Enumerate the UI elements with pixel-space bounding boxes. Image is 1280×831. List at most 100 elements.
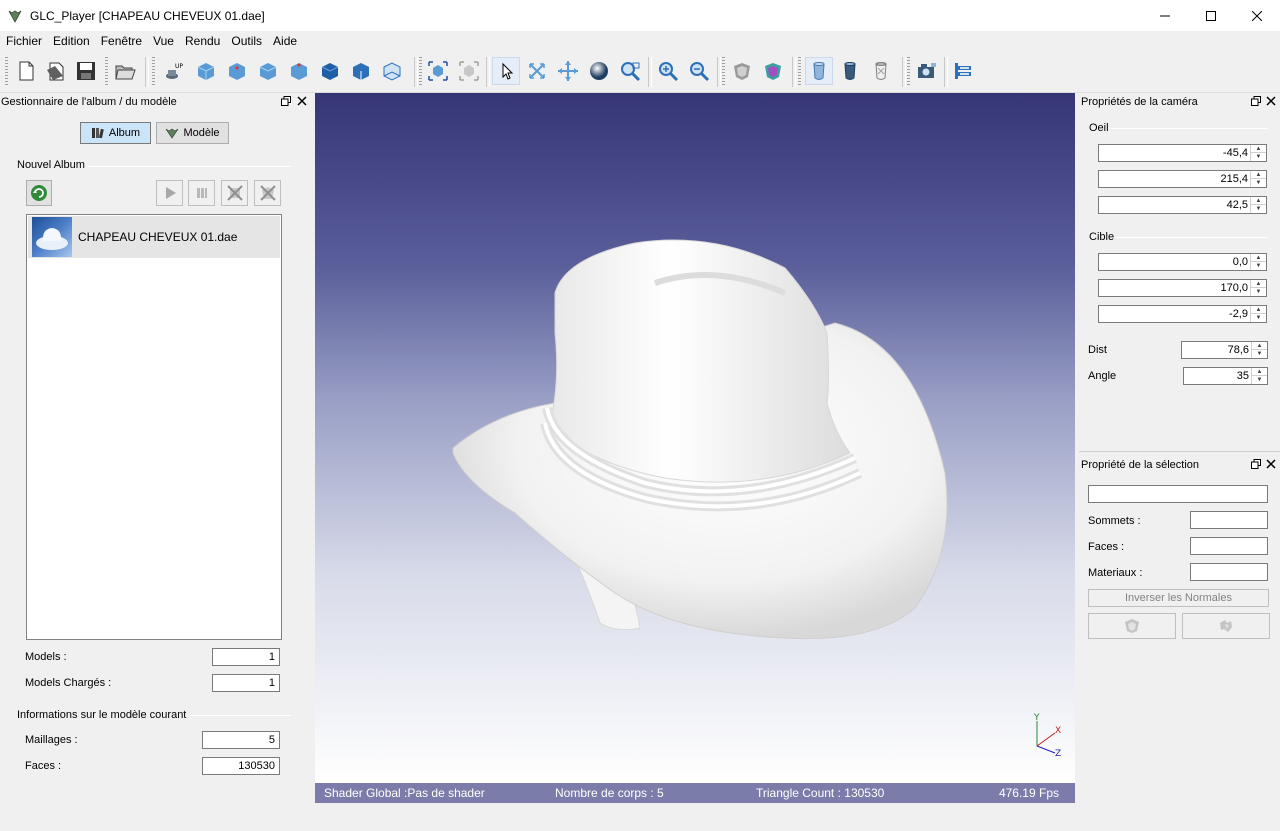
menu-edition[interactable]: Edition: [47, 31, 95, 51]
spin-down-icon[interactable]: ▼: [1251, 288, 1266, 296]
target-x-spinbox[interactable]: 0,0 ▲ ▼: [1098, 253, 1267, 271]
shade-solid-button[interactable]: [805, 57, 833, 85]
toolbar-grip[interactable]: [907, 57, 910, 87]
spin-up-icon[interactable]: ▲: [1252, 342, 1267, 350]
menu-fichier[interactable]: Fichier: [0, 31, 47, 51]
close-button[interactable]: [1234, 0, 1280, 31]
view-front-button[interactable]: [223, 57, 251, 85]
target-z-spinbox[interactable]: -2,9 ▲ ▼: [1098, 305, 1267, 323]
spin-down-icon[interactable]: ▼: [1251, 153, 1266, 161]
shade-wire-icon: [844, 62, 856, 80]
angle-value: 35: [1236, 370, 1249, 382]
camera-panel-float-button[interactable]: [1250, 96, 1262, 108]
pause-icon: [196, 188, 207, 198]
spin-down-icon[interactable]: ▼: [1251, 179, 1266, 187]
zoom-window-button[interactable]: [616, 57, 644, 85]
screenshot-icon: [918, 63, 936, 78]
view-left-button[interactable]: [347, 57, 375, 85]
view-top-button[interactable]: [285, 57, 313, 85]
screenshot-button[interactable]: [913, 57, 941, 85]
view-back-button[interactable]: [316, 57, 344, 85]
zoom-in-button[interactable]: [654, 57, 682, 85]
models-loaded-field: 1: [212, 674, 280, 692]
play-button[interactable]: [156, 180, 183, 206]
fit-selection-button[interactable]: [455, 57, 483, 85]
album-model-list[interactable]: CHAPEAU CHEVEUX 01.dae: [26, 214, 282, 640]
eye-y-spinbox[interactable]: 215,4 ▲ ▼: [1098, 170, 1267, 188]
open-album-button[interactable]: [111, 57, 139, 85]
maximize-button[interactable]: [1188, 0, 1234, 31]
3d-viewport[interactable]: Y X Z: [315, 93, 1075, 783]
new-document-icon: [19, 61, 34, 81]
new-document-button[interactable]: [12, 57, 40, 85]
dist-spinbox[interactable]: 78,6 ▲ ▼: [1181, 341, 1268, 359]
target-y-spinbox[interactable]: 170,0 ▲ ▼: [1098, 279, 1267, 297]
fit-all-button[interactable]: [424, 57, 452, 85]
selection-name-field[interactable]: [1088, 485, 1268, 503]
clear-album-button[interactable]: [254, 180, 281, 206]
menu-fenetre[interactable]: Fenêtre: [95, 31, 147, 51]
toolbar-grip[interactable]: [798, 57, 801, 87]
up-vector-button[interactable]: UP: [159, 57, 187, 85]
spin-up-icon[interactable]: ▲: [1251, 306, 1266, 314]
camera-panel-close-button[interactable]: [1265, 96, 1277, 108]
list-item[interactable]: CHAPEAU CHEVEUX 01.dae: [28, 216, 280, 258]
spin-up-icon[interactable]: ▲: [1251, 280, 1266, 288]
title-bar: GLC_Player [CHAPEAU CHEVEUX 01.dae]: [0, 0, 1280, 31]
menu-vue[interactable]: Vue: [147, 31, 179, 51]
render-color-button[interactable]: [759, 57, 787, 85]
shade-wire-button[interactable]: [836, 57, 864, 85]
menu-outils[interactable]: Outils: [225, 31, 267, 51]
eye-z-spinbox[interactable]: 42,5 ▲ ▼: [1098, 196, 1267, 214]
orbit-button[interactable]: [585, 57, 613, 85]
spin-up-icon[interactable]: ▲: [1251, 145, 1266, 153]
album-panel-close-button[interactable]: [296, 96, 308, 108]
spin-down-icon[interactable]: ▼: [1251, 205, 1266, 213]
selection-panel-close-button[interactable]: [1265, 459, 1277, 471]
spin-up-icon[interactable]: ▲: [1251, 197, 1266, 205]
fit-all-icon: [428, 61, 448, 81]
view-right-button[interactable]: [254, 57, 282, 85]
open-file-button[interactable]: [42, 57, 70, 85]
spin-down-icon[interactable]: ▼: [1252, 376, 1267, 384]
spin-down-icon[interactable]: ▼: [1252, 350, 1267, 358]
render-shaded-button[interactable]: [728, 57, 756, 85]
selection-panel-float-button[interactable]: [1250, 459, 1262, 471]
view-bottom-button[interactable]: [378, 57, 406, 85]
eye-x-spinbox[interactable]: -45,4 ▲ ▼: [1098, 144, 1267, 162]
toolbar-grip[interactable]: [722, 57, 725, 87]
toolbar-grip[interactable]: [152, 57, 155, 87]
spin-down-icon[interactable]: ▼: [1251, 314, 1266, 322]
selection-isolate-button[interactable]: [1182, 613, 1270, 639]
shade-transparent-button[interactable]: [867, 57, 895, 85]
rotate-button[interactable]: [523, 57, 551, 85]
pause-button[interactable]: [188, 180, 215, 206]
rotate-icon: [529, 63, 545, 79]
zoom-out-button[interactable]: [685, 57, 713, 85]
svg-text:UP: UP: [175, 63, 183, 70]
tab-album[interactable]: Album: [80, 122, 151, 144]
invert-normals-button[interactable]: Inverser les Normales: [1088, 589, 1269, 607]
toolbar-grip[interactable]: [105, 57, 108, 87]
menu-rendu[interactable]: Rendu: [179, 31, 225, 51]
album-panel-float-button[interactable]: [280, 96, 292, 108]
refresh-album-button[interactable]: [26, 180, 52, 206]
remove-model-button[interactable]: [221, 180, 248, 206]
spin-up-icon[interactable]: ▲: [1251, 254, 1266, 262]
minimize-button[interactable]: [1142, 0, 1188, 31]
toolbar-grip[interactable]: [5, 57, 8, 87]
menu-aide[interactable]: Aide: [267, 31, 302, 51]
tab-model[interactable]: Modèle: [156, 122, 229, 144]
view-iso-button[interactable]: [192, 57, 220, 85]
selection-shade-button[interactable]: [1088, 613, 1176, 639]
properties-button[interactable]: [949, 57, 977, 85]
spin-down-icon[interactable]: ▼: [1251, 262, 1266, 270]
angle-spinbox[interactable]: 35 ▲ ▼: [1183, 367, 1268, 385]
pan-button[interactable]: [554, 57, 582, 85]
save-button[interactable]: [72, 57, 100, 85]
select-button[interactable]: [492, 57, 520, 85]
view-left-icon: [353, 63, 369, 80]
toolbar-grip[interactable]: [419, 57, 422, 87]
spin-up-icon[interactable]: ▲: [1251, 171, 1266, 179]
spin-up-icon[interactable]: ▲: [1252, 368, 1267, 376]
